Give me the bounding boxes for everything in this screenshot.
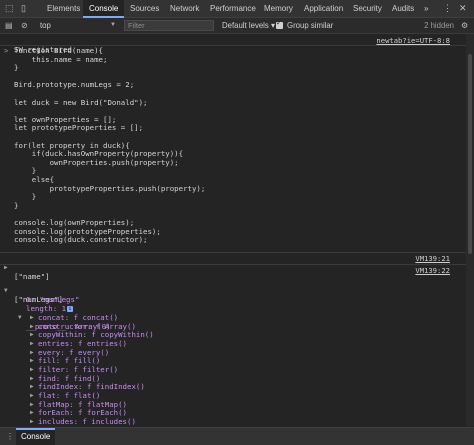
console-output[interactable]: SW registered newtab?ie=UTF-8:8 > functi… (0, 34, 474, 426)
tab-performance[interactable]: Performance (208, 0, 258, 17)
tab-network[interactable]: Network (168, 0, 201, 17)
more-options-icon[interactable]: ⋮ (443, 0, 452, 17)
group-similar-checkbox[interactable] (276, 19, 283, 29)
drawer-tab-console[interactable]: Console (16, 428, 56, 445)
expand-arrow-icon[interactable]: ▶ (30, 348, 34, 357)
log-line: ▼ ["numLegs"] i (0, 277, 474, 312)
tab-memory[interactable]: Memory (262, 0, 295, 17)
console-settings-icon[interactable]: ⚙ (461, 18, 468, 33)
context-selector[interactable]: top (40, 18, 51, 33)
expand-arrow-icon[interactable]: ▶ (30, 400, 34, 409)
expand-arrow-icon[interactable]: ▶ (30, 382, 34, 391)
code-line: console.log(duck.constructor); (14, 235, 148, 245)
list-item[interactable]: ▶ entries: f entries() (0, 339, 474, 348)
log-levels-dropdown[interactable]: Default levels ▾ (222, 18, 275, 33)
drawer-tab-bar: ⋮ Console (0, 427, 474, 445)
list-item[interactable]: ▶ copyWithin: f copyWithin() (0, 330, 474, 339)
log-line: ▶ ["name"] VM139:21 (0, 254, 474, 281)
expand-arrow-icon[interactable]: ▶ (30, 417, 34, 426)
list-item: ▼ __proto__: Array(0) (0, 304, 474, 331)
tab-security[interactable]: Security (351, 0, 384, 17)
close-icon[interactable]: ✕ (459, 0, 467, 17)
list-item[interactable]: ▶ findIndex: f findIndex() (0, 382, 474, 391)
devtools-tab-bar: ⬚ ▯ Elements Console Sources Network Per… (0, 0, 474, 18)
hidden-count: 2 hidden (424, 21, 454, 30)
tab-elements[interactable]: Elements (40, 0, 87, 17)
filter-input[interactable] (124, 20, 214, 31)
list-item[interactable]: ▶ every: f every() (0, 348, 474, 357)
log-source-link[interactable]: VM139:21 (415, 254, 450, 263)
more-tabs-button[interactable]: » (422, 0, 430, 17)
list-item[interactable]: ▶ concat: f concat() (0, 313, 474, 322)
expand-arrow-icon[interactable]: ▶ (30, 339, 34, 348)
list-item[interactable]: ▶ forEach: f forEach() (0, 408, 474, 417)
list-item[interactable]: ▶ flatMap: f flatMap() (0, 400, 474, 409)
list-item: length: 1 (26, 304, 67, 313)
scrollbar[interactable] (466, 34, 474, 426)
clear-console-icon[interactable]: ⊘ (21, 18, 28, 33)
log-source-link[interactable]: VM139:22 (415, 266, 450, 275)
expand-arrow-icon[interactable]: ▶ (30, 330, 34, 339)
list-item[interactable]: ▶ includes: f includes() (0, 417, 474, 426)
scrollbar-thumb[interactable] (468, 54, 472, 254)
chevron-down-icon: ▼ (110, 22, 116, 28)
list-item[interactable]: ▶indexOf: f indexOf() (0, 425, 474, 426)
tab-audits[interactable]: Audits (390, 0, 416, 17)
expand-arrow-icon[interactable]: ▶ (30, 391, 34, 400)
log-source-link[interactable]: newtab?ie=UTF-8:8 (376, 36, 450, 45)
tab-application[interactable]: Application (302, 0, 345, 17)
expand-arrow-icon[interactable]: ▶ (30, 365, 34, 374)
group-similar-label: Group similar (287, 21, 334, 30)
list-item[interactable]: ▶ flat: f flat() (0, 391, 474, 400)
expand-arrow-icon[interactable]: ▶ (30, 356, 34, 365)
tab-sources[interactable]: Sources (128, 0, 161, 17)
tab-console[interactable]: Console (83, 0, 125, 18)
device-toolbar-icon[interactable]: ▯ (21, 0, 26, 17)
expand-arrow-icon[interactable]: ▶ (30, 425, 34, 426)
list-item: 0: "numLegs" (26, 295, 80, 304)
list-item[interactable]: ▶ find: f find() (0, 374, 474, 383)
drawer-menu-icon[interactable]: ⋮ (6, 428, 14, 445)
log-line: VM139:22 (0, 266, 474, 275)
expand-arrow-icon[interactable]: ▶ (30, 313, 34, 322)
log-line: SW registered newtab?ie=UTF-8:8 (14, 36, 450, 54)
list-item[interactable]: ▶ filter: f filter() (0, 365, 474, 374)
expand-arrow-icon[interactable]: ▶ (30, 322, 34, 331)
expand-arrow-icon[interactable]: ▶ (30, 374, 34, 383)
show-sidebar-icon[interactable]: ▤ (5, 18, 13, 33)
console-toolbar: ▤ ⊘ top ▼ Default levels ▾ Group similar… (0, 18, 474, 34)
inspect-element-icon[interactable]: ⬚ (5, 0, 14, 17)
expand-arrow-icon[interactable]: ▶ (30, 408, 34, 417)
list-item[interactable]: ▶ fill: f fill() (0, 356, 474, 365)
list-item[interactable]: ▶ constructor: f Array() (0, 322, 474, 331)
